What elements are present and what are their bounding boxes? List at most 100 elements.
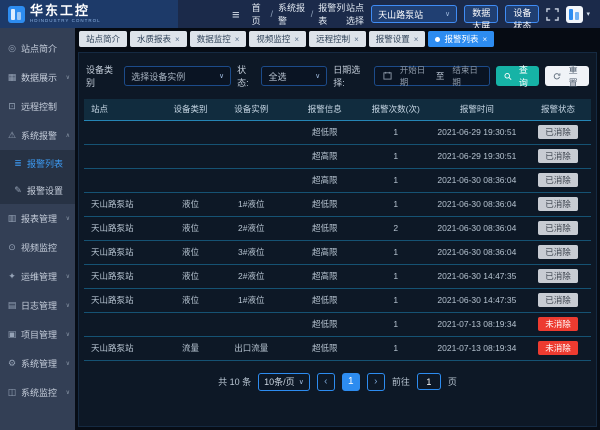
alarm-table: 站点设备类别设备实例报警信息报警次数(次)报警时间报警状态 超低限12021-0…	[84, 99, 591, 361]
close-icon[interactable]: ×	[354, 35, 359, 44]
cell-info: 超低限	[287, 312, 363, 336]
sidebar-item-remote-control[interactable]: ⊡远程控制	[0, 92, 75, 121]
close-icon[interactable]: ×	[294, 35, 299, 44]
sidebar-item-site-intro[interactable]: ◎站点简介	[0, 34, 75, 63]
sidebar-item-ops-mgmt[interactable]: ✦运维管理∨	[0, 262, 75, 291]
top-header: 华东工控 HDINDUSTRY CONTROL ≡ 首页 / 系统报警 / 报警…	[0, 0, 600, 28]
date-start-placeholder: 开始日期	[400, 64, 428, 88]
breadcrumb-system-alarm[interactable]: 系统报警	[278, 1, 306, 27]
status-badge-uncleared[interactable]: 未消除	[538, 317, 578, 331]
tab-water-quality-report[interactable]: 水质报表×	[130, 31, 187, 47]
tab-label: 视频监控	[256, 33, 290, 45]
sidebar-item-label: 运维管理	[21, 270, 57, 283]
table-row: 超高限12021-06-30 08:36:04已消除	[84, 168, 591, 192]
table-row: 超高限12021-06-29 19:30:51已消除	[84, 144, 591, 168]
sidebar-item-project-mgmt[interactable]: ▣项目管理∨	[0, 320, 75, 349]
cell-status: 已消除	[525, 120, 591, 144]
sidebar-item-label: 系统监控	[21, 386, 57, 399]
cell-instance	[216, 144, 287, 168]
table-row: 超低限12021-07-13 08:19:34未消除	[84, 312, 591, 336]
chevron-down-icon: ∨	[66, 273, 70, 280]
site-select-value: 天山路泵站	[378, 8, 423, 21]
status-select[interactable]: 全选 ∨	[261, 66, 327, 86]
sidebar-item-system-alarm[interactable]: ⚠系统报警∧	[0, 121, 75, 150]
chevron-down-icon: ∨	[66, 215, 70, 222]
content-panel: 设备类别 选择设备实例 ∨ 状态: 全选 ∨ 日期选择:	[78, 52, 597, 427]
breadcrumb: 首页 / 系统报警 / 报警列表	[252, 1, 346, 27]
cell-station: 天山路泵站	[84, 240, 165, 264]
fullscreen-icon[interactable]	[546, 8, 559, 21]
sidebar-item-label: 视频监控	[21, 241, 57, 254]
next-page-button[interactable]: ›	[367, 373, 385, 391]
log-icon: ▤	[7, 300, 17, 311]
sidebar-item-label: 报警设置	[27, 184, 63, 197]
prev-page-button[interactable]: ‹	[317, 373, 335, 391]
cell-instance: 1#液位	[216, 288, 287, 312]
status-label: 状态:	[237, 63, 255, 89]
sidebar-item-label: 项目管理	[21, 328, 57, 341]
date-select-label: 日期选择:	[333, 63, 367, 89]
sidebar-item-log-mgmt[interactable]: ▤日志管理∨	[0, 291, 75, 320]
cell-info: 超低限	[287, 336, 363, 360]
cell-station	[84, 144, 165, 168]
cell-instance	[216, 312, 287, 336]
app-root: 华东工控 HDINDUSTRY CONTROL ≡ 首页 / 系统报警 / 报警…	[0, 0, 600, 430]
search-button[interactable]: 查询	[496, 66, 540, 86]
sidebar-item-label: 系统管理	[21, 357, 57, 370]
status-badge-cleared: 已消除	[538, 173, 578, 187]
cell-instance: 2#液位	[216, 264, 287, 288]
cell-time: 2021-06-30 08:36:04	[429, 192, 525, 216]
tab-label: 报警设置	[376, 33, 410, 45]
close-icon[interactable]: ×	[414, 35, 419, 44]
page-size-value: 10条/页	[264, 375, 295, 388]
sidebar-item-alarm-settings[interactable]: ✎报警设置	[0, 177, 75, 204]
tab-remote-control[interactable]: 远程控制×	[309, 31, 366, 47]
tab-video-monitor[interactable]: 视频监控 ×	[249, 31, 306, 47]
sidebar-item-system-monitor[interactable]: ◫系统监控∨	[0, 378, 75, 407]
cell-time: 2021-06-30 08:36:04	[429, 168, 525, 192]
tab-alarm-settings[interactable]: 报警设置 ×	[369, 31, 426, 47]
cell-category	[165, 120, 216, 144]
chevron-down-icon: ▾	[586, 10, 590, 18]
chevron-down-icon: ∨	[66, 331, 70, 338]
sidebar-item-alarm-list[interactable]: ≣报警列表	[0, 150, 75, 177]
cell-station: 天山路泵站	[84, 192, 165, 216]
breadcrumb-alarm-list: 报警列表	[318, 1, 346, 27]
tab-data-monitor[interactable]: 数据监控 ×	[190, 31, 247, 47]
tab-label: 数据监控	[197, 33, 231, 45]
site-select-label: 站点选择	[346, 1, 364, 27]
menu-collapse-icon[interactable]: ≡	[232, 7, 240, 22]
device-category-label: 设备类别	[86, 63, 118, 89]
tab-alarm-list[interactable]: 报警列表×	[428, 31, 494, 47]
cell-status: 已消除	[525, 168, 591, 192]
data-screen-button[interactable]: 数据大屏	[464, 5, 498, 23]
close-icon[interactable]: ×	[482, 35, 487, 44]
device-status-button[interactable]: 设备状态	[505, 5, 539, 23]
column-header: 报警时间	[429, 99, 525, 120]
device-instance-select[interactable]: 选择设备实例 ∨	[124, 66, 231, 86]
date-range-picker[interactable]: 开始日期 至 结束日期	[374, 66, 490, 86]
sidebar-item-label: 站点简介	[21, 42, 57, 55]
cell-status: 未消除	[525, 312, 591, 336]
page-size-select[interactable]: 10条/页 ∨	[258, 373, 310, 391]
breadcrumb-home[interactable]: 首页	[252, 1, 266, 27]
sidebar-item-video-monitor[interactable]: ⊙视频监控	[0, 233, 75, 262]
status-badge-uncleared[interactable]: 未消除	[538, 341, 578, 355]
reset-button[interactable]: 重置	[545, 66, 589, 86]
close-icon[interactable]: ×	[235, 35, 240, 44]
cell-count: 1	[363, 120, 429, 144]
goto-page-input[interactable]	[417, 373, 441, 390]
sidebar-item-data-display[interactable]: ▦数据展示∨	[0, 63, 75, 92]
logo-title: 华东工控	[30, 4, 101, 17]
sidebar-item-system-mgmt[interactable]: ⚙系统管理∨	[0, 349, 75, 378]
avatar[interactable]: ▾	[566, 6, 590, 23]
date-end-placeholder: 结束日期	[452, 64, 480, 88]
cell-time: 2021-06-30 08:36:04	[429, 240, 525, 264]
page-number-1[interactable]: 1	[342, 373, 360, 391]
sidebar-item-report-mgmt[interactable]: ▥报表管理∨	[0, 204, 75, 233]
tab-site-intro[interactable]: 站点简介	[79, 31, 127, 47]
site-select[interactable]: 天山路泵站 ∨	[371, 5, 457, 23]
cell-instance	[216, 120, 287, 144]
chevron-down-icon: ∨	[315, 72, 320, 80]
close-icon[interactable]: ×	[175, 35, 180, 44]
